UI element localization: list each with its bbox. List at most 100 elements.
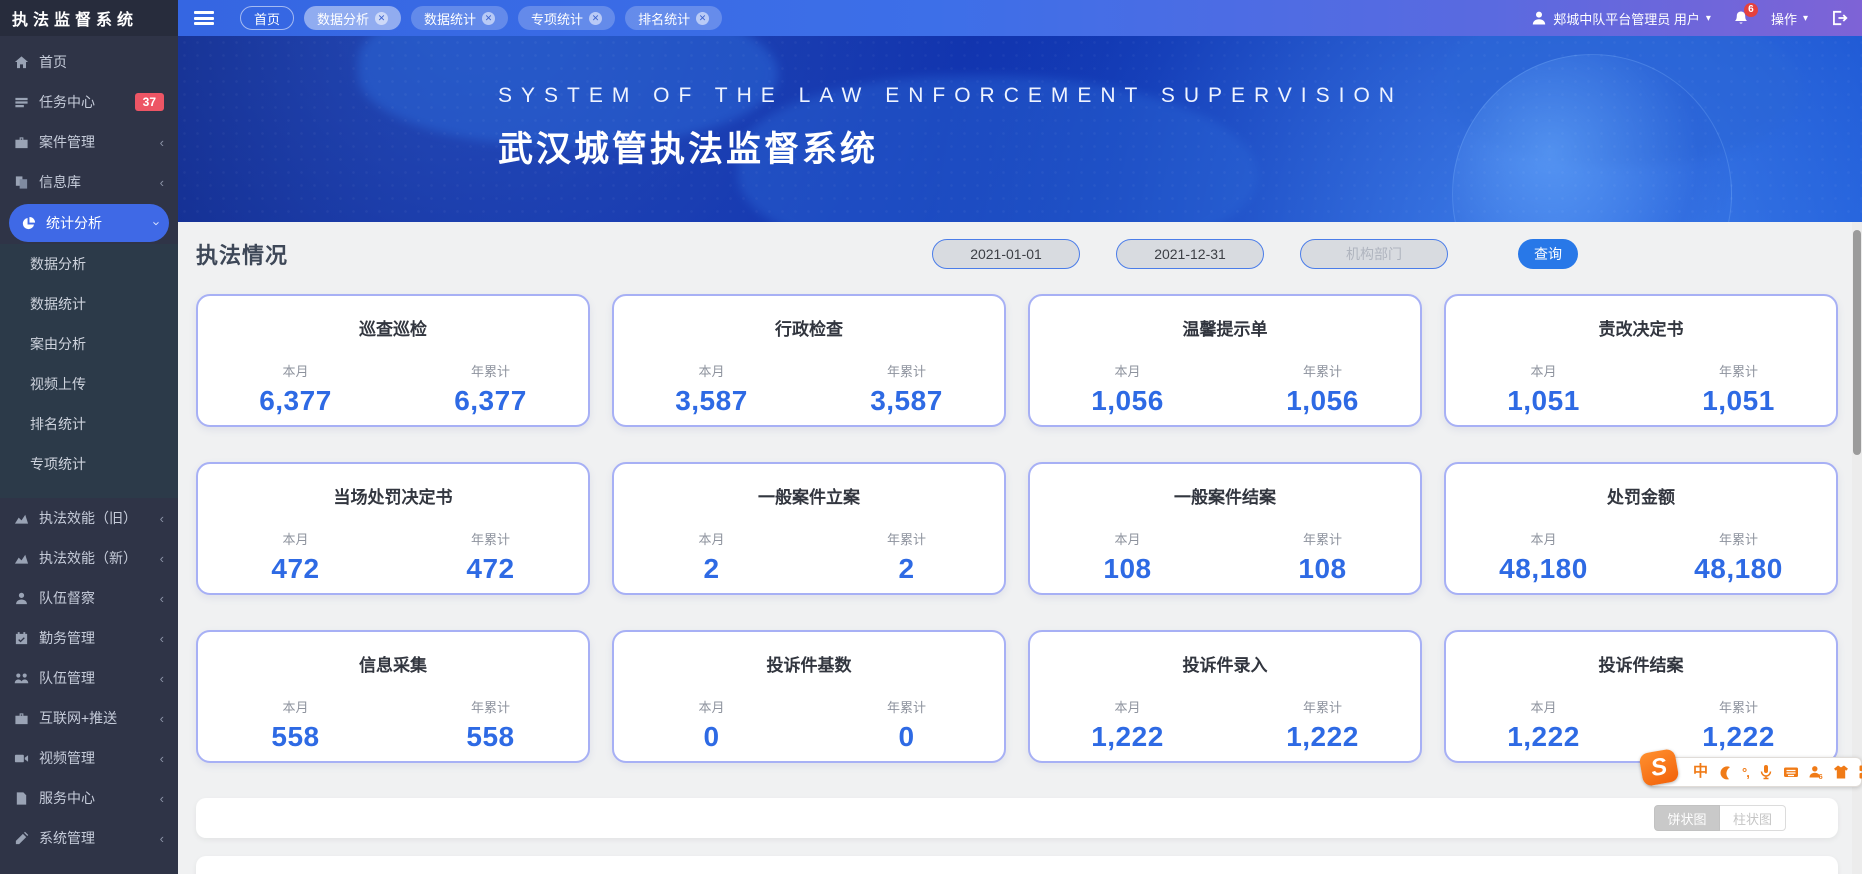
- sidebar-item-label: 首页: [39, 54, 67, 70]
- sidebar-subitem-data-analysis[interactable]: 数据分析: [0, 244, 178, 284]
- sidebar-subitem-ranking-statistics[interactable]: 排名统计: [0, 404, 178, 444]
- chevron-left-icon: ‹: [159, 550, 164, 566]
- chevron-left-icon: ‹: [159, 174, 164, 190]
- ime-account-icon[interactable]: 6: [1808, 764, 1824, 780]
- tab-data-statistics[interactable]: 数据统计 ✕: [411, 6, 509, 30]
- sidebar-subitem-special-statistics[interactable]: 专项统计: [0, 444, 178, 484]
- statistics-submenu: 数据分析 数据统计 案由分析 视频上传 排名统计 专项统计: [0, 244, 178, 498]
- month-label: 本月: [1114, 700, 1141, 715]
- year-label: 年累计: [1718, 364, 1758, 379]
- pie-chart-toggle-button[interactable]: 饼状图: [1654, 805, 1720, 831]
- month-label: 本月: [282, 700, 309, 715]
- sidebar-item-case-management[interactable]: 案件管理 ‹: [0, 122, 178, 162]
- stat-card-onsite-penalty: 当场处罚决定书 本月 472 年累计 472: [196, 462, 590, 595]
- chevron-left-icon: ‹: [159, 710, 164, 726]
- scrollbar-thumb[interactable]: [1853, 230, 1861, 455]
- area-chart-icon: [14, 554, 29, 564]
- tab-home[interactable]: 首页: [240, 6, 295, 30]
- year-value: 472: [466, 553, 515, 584]
- caret-down-icon: ▾: [1802, 12, 1808, 24]
- actions-label: 操作: [1770, 11, 1797, 27]
- sidebar-item-team-management[interactable]: 队伍管理 ‹: [0, 658, 178, 698]
- sidebar-item-info-library[interactable]: 信息库 ‹: [0, 162, 178, 202]
- tab-label: 排名统计: [638, 11, 691, 27]
- tab-label: 专项统计: [531, 11, 584, 27]
- ime-chinese-mode-icon[interactable]: 中: [1693, 764, 1708, 780]
- end-date-input[interactable]: 2021-12-31: [1116, 239, 1264, 269]
- sidebar-item-law-efficiency-old[interactable]: 执法效能（旧） ‹: [0, 498, 178, 538]
- month-value: 1,222: [1091, 721, 1164, 752]
- sidebar-item-label: 信息库: [39, 174, 81, 190]
- banner-text: SYSTEM OF THE LAW ENFORCEMENT SUPERVISIO…: [498, 84, 1403, 172]
- sidebar-subitem-cause-analysis[interactable]: 案由分析: [0, 324, 178, 364]
- ime-toolbar: S 中 °, 6: [1638, 748, 1862, 787]
- ime-punctuation-icon[interactable]: °,: [1742, 765, 1750, 780]
- tab-label: 数据分析: [317, 11, 370, 27]
- app-window: 执法监督系统 首页 任务中心 37 案件管理 ‹ 信息库 ‹ 统计分析 ‹ 数据…: [0, 0, 1862, 874]
- tab-special-statistics[interactable]: 专项统计 ✕: [518, 6, 616, 30]
- stat-card-title: 处罚金额: [1607, 488, 1675, 507]
- tab-data-analysis[interactable]: 数据分析 ✕: [304, 6, 402, 30]
- edit-icon: [15, 831, 29, 844]
- sidebar-item-law-efficiency-new[interactable]: 执法效能（新） ‹: [0, 538, 178, 578]
- year-value: 48,180: [1694, 553, 1783, 584]
- section-header: 执法情况 2021-01-01 2021-12-31 机构部门 查询: [196, 238, 1838, 270]
- ime-halfwidth-moon-icon[interactable]: [1717, 764, 1733, 780]
- year-label: 年累计: [470, 364, 510, 379]
- org-department-select[interactable]: 机构部门: [1300, 239, 1448, 269]
- file-icon: [16, 791, 27, 805]
- tab-close-icon[interactable]: ✕: [589, 11, 603, 25]
- tab-ranking-statistics[interactable]: 排名统计 ✕: [625, 6, 723, 30]
- month-value: 108: [1103, 553, 1152, 584]
- year-value: 1,222: [1286, 721, 1359, 752]
- sidebar-item-statistics-analysis[interactable]: 统计分析 ‹: [9, 204, 169, 242]
- person-icon: [16, 592, 27, 604]
- chevron-left-icon: ‹: [159, 830, 164, 846]
- sogou-logo[interactable]: S: [1638, 748, 1680, 787]
- sidebar-subitem-data-statistics[interactable]: 数据统计: [0, 284, 178, 324]
- home-icon: [14, 55, 29, 68]
- year-value: 3,587: [870, 385, 943, 416]
- year-label: 年累计: [470, 700, 510, 715]
- sidebar-item-video-management[interactable]: 视频管理 ‹: [0, 738, 178, 778]
- start-date-input[interactable]: 2021-01-01: [932, 239, 1080, 269]
- search-button[interactable]: 查询: [1518, 239, 1578, 269]
- stat-card-admin-check: 行政检查 本月 3,587 年累计 3,587: [612, 294, 1006, 427]
- logout-icon[interactable]: [1830, 9, 1848, 27]
- user-menu[interactable]: 郏城中队平台管理员 用户 ▾: [1531, 9, 1711, 28]
- user-icon: [1533, 11, 1546, 25]
- year-label: 年累计: [470, 532, 510, 547]
- subitem-label: 排名统计: [30, 416, 86, 432]
- sidebar-item-task-center[interactable]: 任务中心 37: [0, 82, 178, 122]
- year-label: 年累计: [1718, 700, 1758, 715]
- sidebar-item-service-center[interactable]: 服务中心 ‹: [0, 778, 178, 818]
- month-value: 0: [703, 721, 720, 752]
- chart-toggle-panel: 饼状图 柱状图: [196, 798, 1838, 838]
- sidebar-item-label: 执法效能（旧）: [39, 510, 137, 526]
- tab-close-icon[interactable]: ✕: [696, 11, 710, 25]
- actions-menu[interactable]: 操作 ▾: [1771, 9, 1808, 28]
- notifications-button[interactable]: 6: [1733, 3, 1758, 26]
- year-label: 年累计: [886, 700, 926, 715]
- subitem-label: 数据分析: [30, 256, 86, 272]
- sidebar-subitem-video-upload[interactable]: 视频上传: [0, 364, 178, 404]
- sidebar-item-internet-push[interactable]: 互联网+推送 ‹: [0, 698, 178, 738]
- tab-close-icon[interactable]: ✕: [482, 11, 496, 25]
- ime-microphone-icon[interactable]: [1758, 764, 1774, 780]
- sidebar-item-home[interactable]: 首页: [0, 42, 178, 82]
- sidebar-item-system-management[interactable]: 系统管理 ‹: [0, 818, 178, 858]
- ime-more-grid-icon[interactable]: [1858, 764, 1862, 780]
- ime-skin-icon[interactable]: [1833, 764, 1849, 780]
- ime-keyboard-icon[interactable]: [1783, 764, 1799, 780]
- sidebar-item-label: 统计分析: [46, 215, 102, 231]
- topbar-right: 郏城中队平台管理员 用户 ▾ 6 操作 ▾: [1531, 3, 1848, 28]
- stat-card-title: 一般案件结案: [1174, 488, 1276, 507]
- month-label: 本月: [1530, 700, 1557, 715]
- sidebar-item-label: 案件管理: [39, 134, 95, 150]
- tab-close-icon[interactable]: ✕: [375, 11, 389, 25]
- menu-toggle-icon[interactable]: [194, 11, 214, 25]
- briefcase-icon: [15, 712, 28, 724]
- sidebar-item-duty-management[interactable]: 勤务管理 ‹: [0, 618, 178, 658]
- bar-chart-toggle-button[interactable]: 柱状图: [1720, 805, 1786, 831]
- sidebar-item-team-inspection[interactable]: 队伍督察 ‹: [0, 578, 178, 618]
